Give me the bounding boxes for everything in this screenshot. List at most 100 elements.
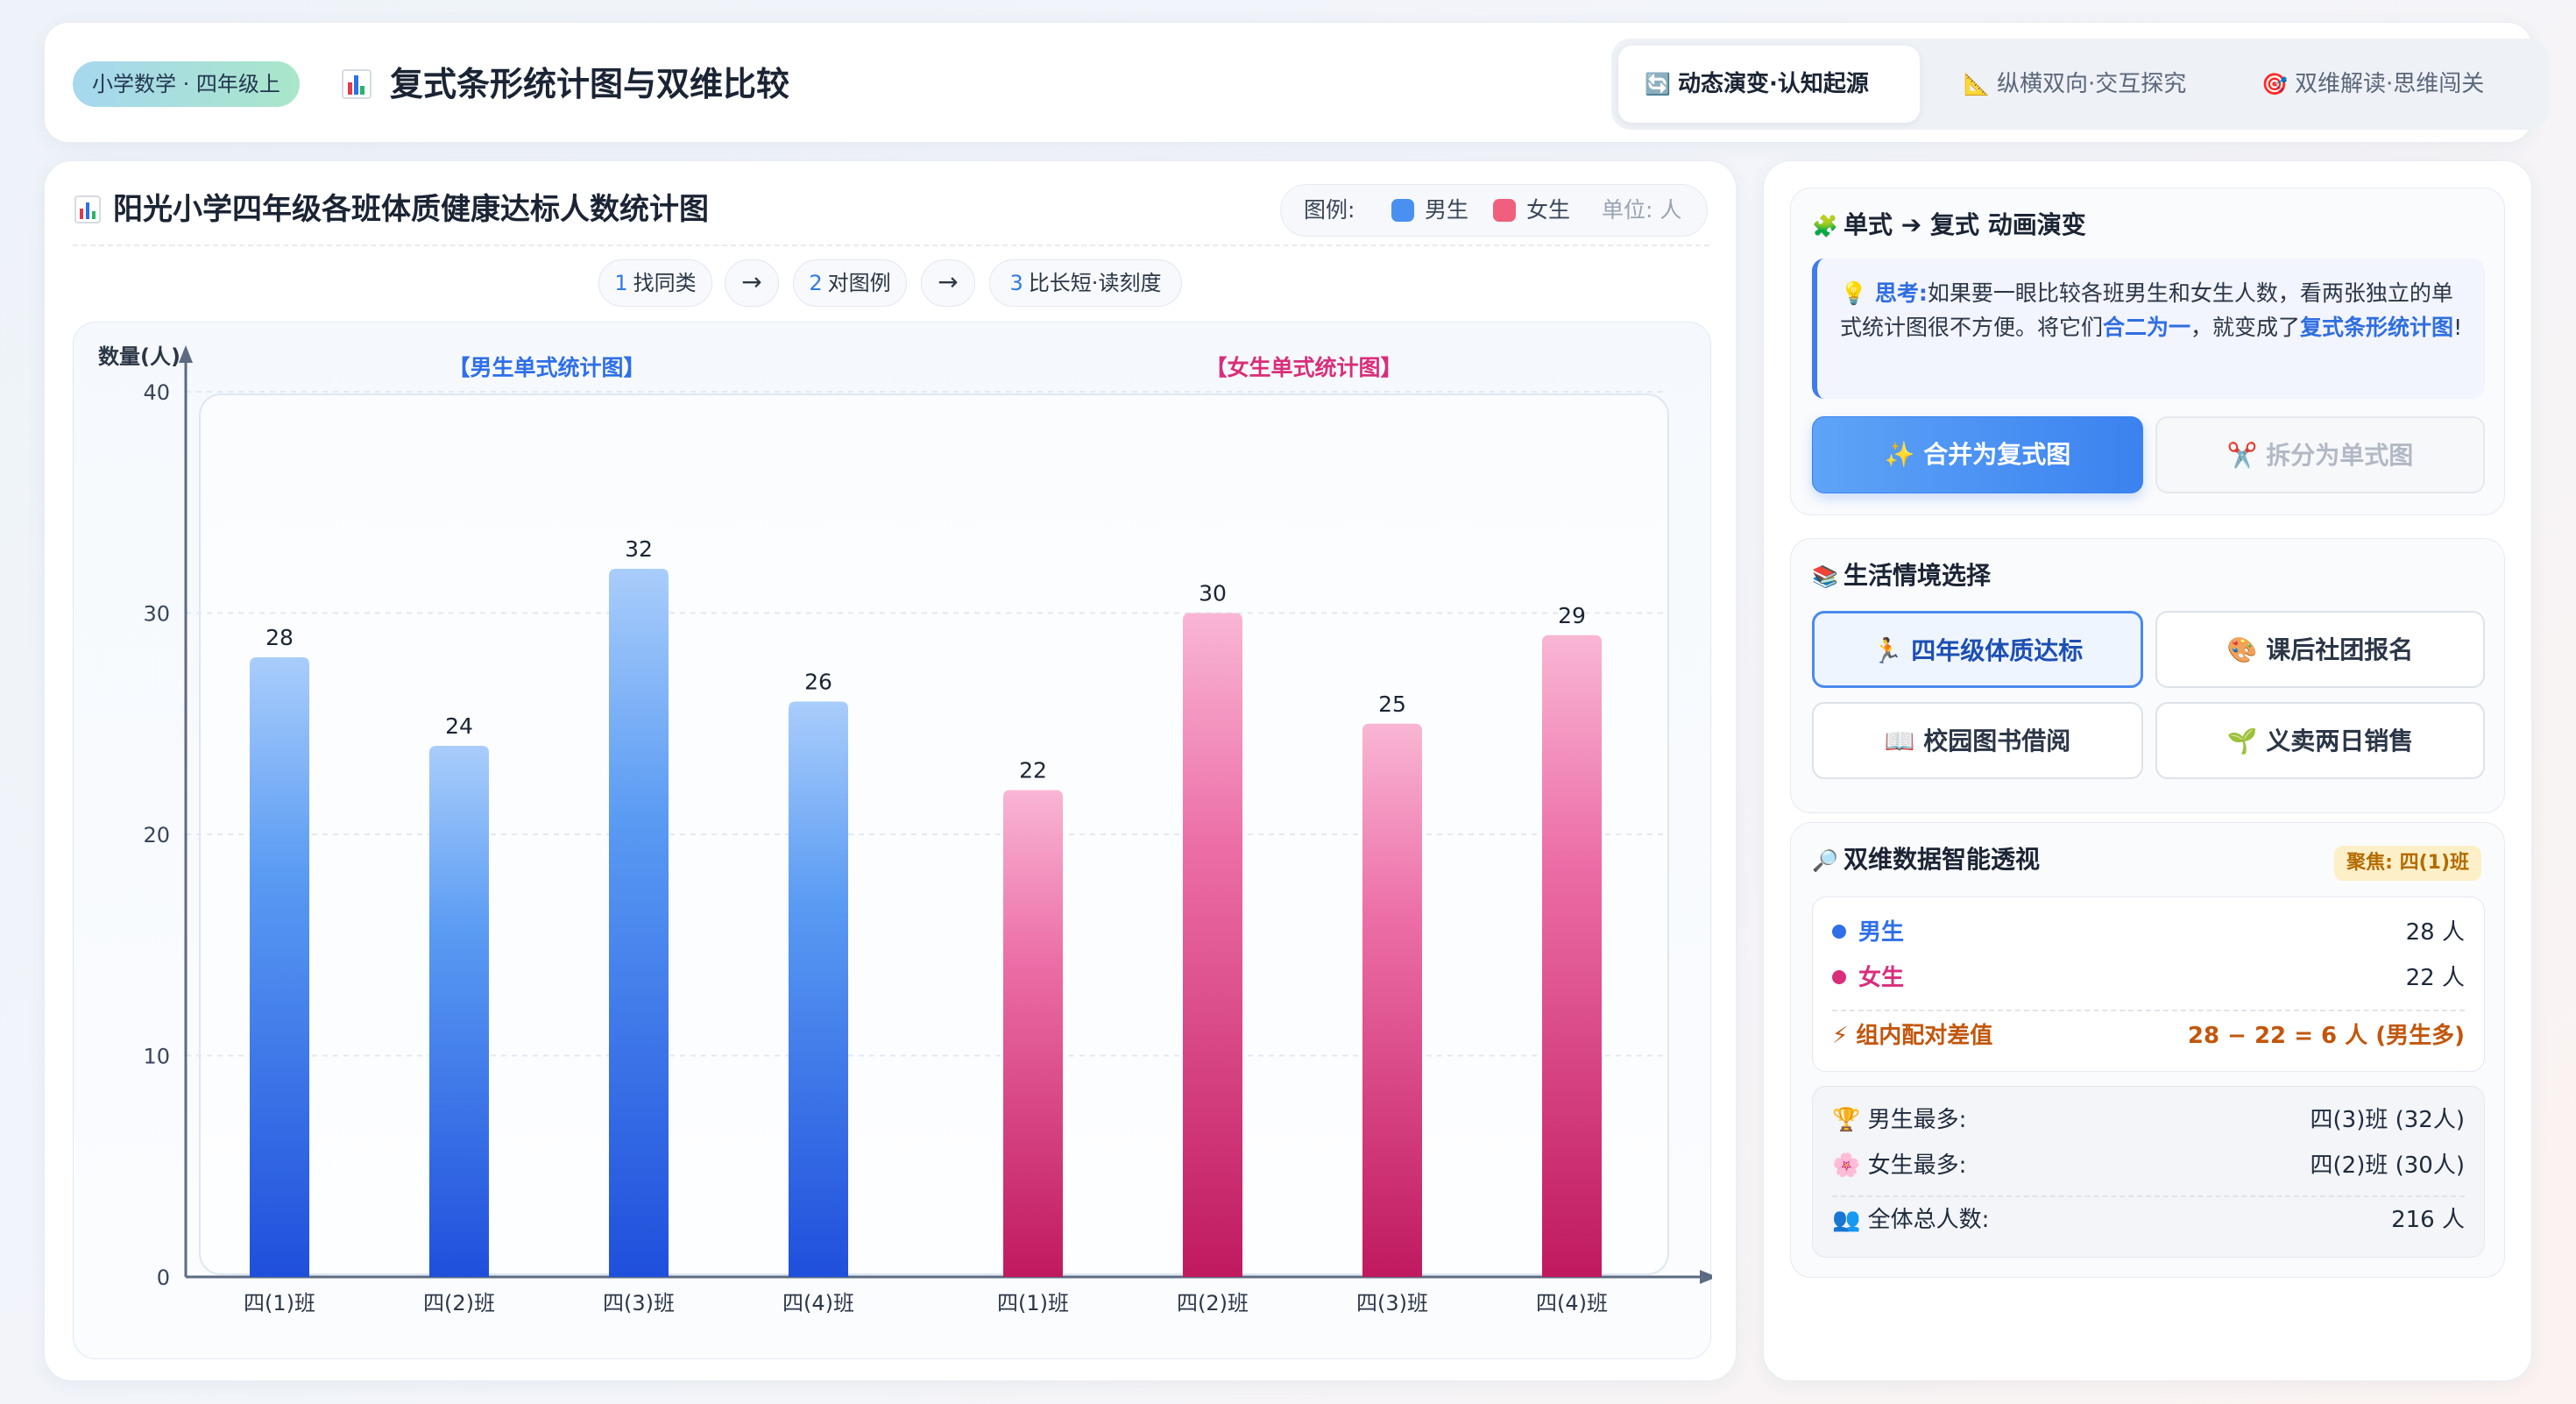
step-find-same[interactable]: 1 找同类 xyxy=(598,259,712,307)
side-panel: 🧩 单式 ➔ 复式 动画演变 💡 思考:如果要一眼比较各班男生和女生人数，看两张独… xyxy=(1763,160,2532,1381)
girls-max-label: 🌸 女生最多: xyxy=(1832,1152,1967,1179)
step-number: 3 xyxy=(1009,271,1023,295)
tab-challenge[interactable]: 🎯 双维解读·思维闯关 xyxy=(2235,46,2542,123)
think-text: ! xyxy=(2453,315,2463,340)
total-value: 216 人 xyxy=(2391,1207,2465,1233)
diff-row: ⚡ 组内配对差值 28 − 22 = 6 人 (男生多) xyxy=(1832,1018,2465,1053)
girls-label: 女生 xyxy=(1858,965,1905,991)
x-axis-arrow xyxy=(1700,1270,1712,1284)
focus-badge: 聚焦: 四(1)班 xyxy=(2334,846,2481,881)
tab-label: 动态演变·认知起源 xyxy=(1678,71,1869,97)
title-divider xyxy=(73,245,1709,246)
girls-bar xyxy=(1003,790,1063,1277)
legend-label: 图例: xyxy=(1304,197,1355,223)
boys-dot xyxy=(1832,925,1846,939)
bar-value-label: 24 xyxy=(445,713,473,739)
bar-chart: 0 10 20 30 40 数量(人) 【男生单式统计图】 28 四(1)班 24 四(2)班 32 四… xyxy=(98,344,1712,1315)
think-callout: 💡 思考:如果要一眼比较各班男生和女生人数，看两张独立的单式统计图很不方便。将它… xyxy=(1812,259,2485,399)
x-tick-label: 四(4)班 xyxy=(782,1291,854,1315)
scene-fitness-button[interactable]: 🏃 四年级体质达标 xyxy=(1812,611,2143,688)
bar-chart-icon xyxy=(74,195,101,223)
legend-unit: 单位: 人 xyxy=(1602,197,1682,223)
x-tick-label: 四(4)班 xyxy=(1536,1291,1608,1315)
bar-value-label: 22 xyxy=(1019,758,1047,784)
step-number: 1 xyxy=(614,271,628,295)
girls-max-value: 四(2)班 (30人) xyxy=(2310,1152,2465,1179)
target-icon: 🎯 xyxy=(2261,72,2288,96)
evolve-title-text: 单式 ➔ 复式 动画演变 xyxy=(1844,210,2086,239)
scene-library-button[interactable]: 📖 校园图书借阅 xyxy=(1812,702,2143,779)
refresh-icon: 🔄 xyxy=(1645,72,1671,96)
books-icon: 📚 xyxy=(1812,564,1838,589)
mode-tabs: 🔄 动态演变·认知起源 📐 纵横双向·交互探究 🎯 双维解读·思维闯关 xyxy=(1611,39,2549,130)
top-header: 小学数学 · 四年级上 复式条形统计图与双维比较 🔄 动态演变·认知起源 📐 纵横双… xyxy=(44,22,2549,143)
bar-chart-icon xyxy=(342,69,372,99)
boys-bar xyxy=(250,657,309,1277)
think-highlight: 复式条形统计图 xyxy=(2300,315,2454,340)
think-text: ，就变成了 xyxy=(2190,315,2301,340)
legend-girls-label: 女生 xyxy=(1526,197,1571,223)
boys-bar xyxy=(429,746,489,1277)
total-label: 👥 全体总人数: xyxy=(1832,1207,1990,1233)
step-label: 比长短·读刻度 xyxy=(1028,271,1162,295)
girls-value: 22 人 xyxy=(2405,965,2465,991)
evolve-title: 🧩 单式 ➔ 复式 动画演变 xyxy=(1812,208,2086,244)
step-arrow: → xyxy=(725,259,779,307)
stat-divider xyxy=(1832,1010,2465,1011)
tab-label: 纵横双向·交互探究 xyxy=(1997,71,2187,97)
bar-value-label: 29 xyxy=(1558,603,1586,628)
girls-panel-title: 【女生单式统计图】 xyxy=(1205,355,1402,380)
evolve-card: 🧩 单式 ➔ 复式 动画演变 💡 思考:如果要一眼比较各班男生和女生人数，看两张独… xyxy=(1790,188,2505,515)
step-arrow: → xyxy=(921,259,975,307)
ruler-icon: 📐 xyxy=(1964,72,1990,96)
summary-divider xyxy=(1832,1195,2465,1197)
boys-row: 男生 28 人 xyxy=(1832,915,2465,950)
girls-max-row: 🌸 女生最多: 四(2)班 (30人) xyxy=(1832,1148,2465,1183)
chart-legend: 图例: 男生 女生 单位: 人 xyxy=(1280,184,1708,237)
step-check-legend[interactable]: 2 对图例 xyxy=(793,259,907,307)
boys-label: 男生 xyxy=(1858,919,1905,946)
split-button[interactable]: ✂️ 拆分为单式图 xyxy=(2155,416,2485,493)
boys-bar xyxy=(609,569,669,1277)
x-tick-label: 四(1)班 xyxy=(997,1291,1069,1315)
x-tick-label: 四(3)班 xyxy=(1356,1291,1428,1315)
y-tick-label: 0 xyxy=(157,1266,170,1290)
scene-title-text: 生活情境选择 xyxy=(1844,561,1992,590)
tab-label: 双维解读·思维闯关 xyxy=(2295,71,2485,97)
tab-dynamic-evolution[interactable]: 🔄 动态演变·认知起源 xyxy=(1618,46,1920,123)
bar-value-label: 26 xyxy=(804,670,832,695)
bar-value-label: 25 xyxy=(1378,691,1406,717)
scene-charity-button[interactable]: 🌱 义卖两日销售 xyxy=(2155,702,2485,779)
boys-max-row: 🏆 男生最多: 四(3)班 (32人) xyxy=(1832,1103,2465,1138)
scene-club-button[interactable]: 🎨 课后社团报名 xyxy=(2155,611,2485,688)
y-tick-label: 20 xyxy=(143,823,170,847)
girls-row: 女生 22 人 xyxy=(1832,961,2465,996)
girls-bar xyxy=(1542,635,1602,1277)
insight-title: 🔎 双维数据智能透视 xyxy=(1812,842,2040,878)
scene-title: 📚 生活情境选择 xyxy=(1812,558,1991,594)
chart-card: 阳光小学四年级各班体质健康达标人数统计图 图例: 男生 女生 单位: 人 1 找同… xyxy=(44,160,1737,1381)
y-axis-arrow xyxy=(179,345,193,363)
scene-card: 📚 生活情境选择 🏃 四年级体质达标 🎨 课后社团报名 📖 校园图书借阅 🌱 义卖… xyxy=(1790,538,2505,813)
insight-title-text: 双维数据智能透视 xyxy=(1844,845,2041,874)
step-compare-length[interactable]: 3 比长短·读刻度 xyxy=(989,259,1182,307)
boys-max-label: 🏆 男生最多: xyxy=(1832,1107,1967,1133)
bar-value-label: 32 xyxy=(625,536,653,562)
pair-stats: 男生 28 人 女生 22 人 ⚡ 组内配对差值 28 − 22 = 6 人 (… xyxy=(1812,897,2485,1072)
y-tick-label: 10 xyxy=(143,1045,170,1069)
girls-bar xyxy=(1362,723,1422,1277)
step-number: 2 xyxy=(809,271,823,295)
diff-value: 28 − 22 = 6 人 (男生多) xyxy=(2187,1023,2465,1049)
girls-dot xyxy=(1832,970,1846,984)
total-row: 👥 全体总人数: 216 人 xyxy=(1832,1202,2465,1237)
chart-title: 阳光小学四年级各班体质健康达标人数统计图 xyxy=(113,192,709,227)
x-tick-label: 四(2)班 xyxy=(1177,1291,1249,1315)
magnifier-icon: 🔎 xyxy=(1812,848,1838,873)
boys-panel-title: 【男生单式统计图】 xyxy=(448,355,645,380)
y-axis-label: 数量(人) xyxy=(98,344,180,369)
merge-button[interactable]: ✨ 合并为复式图 xyxy=(1812,416,2143,493)
legend-boys-swatch xyxy=(1391,199,1414,222)
step-label: 对图例 xyxy=(827,271,891,295)
think-prefix: 💡 思考: xyxy=(1840,280,1928,306)
tab-interactive-explore[interactable]: 📐 纵横双向·交互探究 xyxy=(1937,46,2226,123)
